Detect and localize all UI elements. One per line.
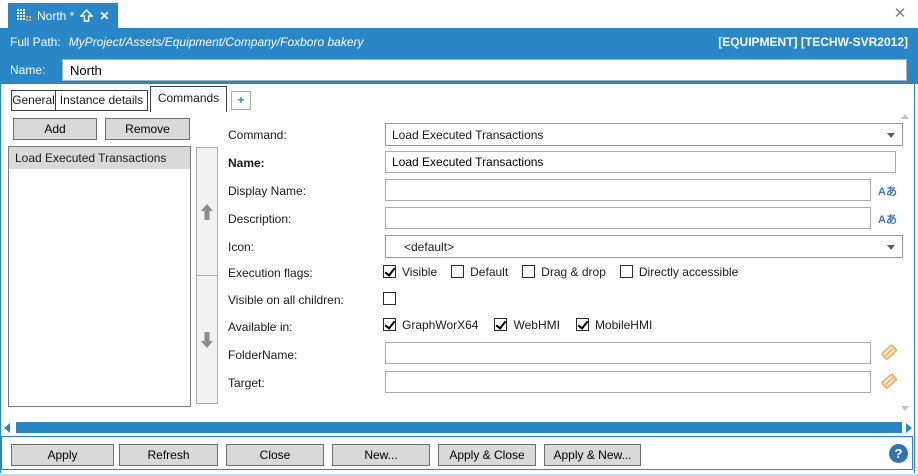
description-input[interactable] — [385, 207, 871, 229]
tab-instance-details[interactable]: Instance details — [55, 90, 148, 111]
checkbox-visible-on-all-children[interactable] — [383, 292, 396, 305]
display-name-input[interactable] — [385, 179, 871, 201]
tab-strip: General Instance details Commands + — [0, 84, 918, 112]
checkbox-label: MobileHMI — [595, 318, 652, 332]
checkbox-mobilehmi[interactable]: MobileHMI — [576, 318, 652, 332]
icon-dropdown-value: <default> — [404, 240, 454, 254]
checkbox-box[interactable] — [383, 318, 396, 331]
promote-up-icon[interactable] — [80, 9, 93, 22]
checkbox-box[interactable] — [383, 265, 396, 278]
checkbox-label: GraphWorX64 — [402, 318, 478, 332]
available-in-row: GraphWorX64 WebHMI MobileHMI — [383, 317, 652, 332]
context-badges: [EQUIPMENT] [TECHW-SVR2012] — [718, 35, 908, 49]
icon-dropdown[interactable]: <default> — [385, 235, 903, 258]
icon-label: Icon: — [228, 240, 254, 254]
scroll-down-icon[interactable] — [901, 406, 909, 411]
checkbox-graphworx64[interactable]: GraphWorX64 — [383, 318, 478, 332]
checkbox-default[interactable]: Default — [451, 265, 508, 279]
move-down-button[interactable] — [196, 275, 218, 404]
chevron-down-icon — [887, 133, 895, 138]
execution-flags-row: Visible Default Drag & drop Directly acc… — [383, 264, 738, 279]
up-arrow-icon — [201, 204, 213, 220]
checkbox-box[interactable] — [451, 265, 464, 278]
folder-name-input[interactable] — [385, 342, 871, 364]
command-name-label: Name: — [228, 156, 265, 170]
footer-bar: Apply Refresh Close New... Apply & Close… — [1, 436, 913, 470]
checkmark-icon — [577, 318, 588, 330]
checkbox-label: Default — [470, 265, 508, 279]
checkbox-box[interactable] — [522, 265, 535, 278]
hscroll-left-arrow-icon[interactable] — [4, 423, 10, 433]
execution-flags-label: Execution flags: — [228, 266, 313, 280]
target-label: Target: — [228, 376, 265, 390]
tab-commands[interactable]: Commands — [150, 86, 227, 112]
apply-and-close-button[interactable]: Apply & Close — [438, 444, 536, 466]
horizontal-scrollbar-thumb[interactable] — [16, 422, 902, 433]
checkbox-webhmi[interactable]: WebHMI — [494, 318, 559, 332]
command-label: Command: — [228, 128, 287, 142]
checkbox-visible[interactable]: Visible — [383, 265, 437, 279]
checkmark-icon — [385, 318, 396, 330]
tag-picker-icon[interactable] — [880, 343, 898, 364]
name-bar: Name: — [0, 56, 918, 84]
refresh-button[interactable]: Refresh — [119, 444, 218, 466]
full-path-value: MyProject/Assets/Equipment/Company/Foxbo… — [69, 35, 364, 49]
apply-and-new-button[interactable]: Apply & New... — [544, 444, 641, 466]
list-item-command[interactable]: Load Executed Transactions — [9, 147, 190, 169]
document-tab-north[interactable]: North * ✕ — [8, 3, 118, 28]
down-arrow-icon — [201, 332, 213, 348]
target-input[interactable] — [385, 371, 871, 393]
apply-button[interactable]: Apply — [11, 444, 114, 466]
asset-name-input[interactable] — [62, 59, 907, 81]
tab-add-plus[interactable]: + — [231, 91, 251, 110]
move-up-button[interactable] — [196, 147, 218, 276]
add-command-button[interactable]: Add — [13, 118, 97, 140]
new-button[interactable]: New... — [332, 444, 430, 466]
display-name-label: Display Name: — [228, 184, 306, 198]
localize-text-icon[interactable]: Aあ — [878, 211, 897, 227]
description-label: Description: — [228, 212, 291, 226]
window-close-icon[interactable]: ✕ — [890, 4, 910, 24]
visible-on-all-children-label: Visible on all children: — [228, 293, 344, 307]
tab-general[interactable]: General — [11, 90, 56, 111]
visible-on-all-children-row — [383, 291, 396, 306]
command-name-input[interactable] — [385, 151, 896, 173]
equipment-building-icon — [17, 9, 31, 22]
full-path-label: Full Path: — [10, 35, 61, 49]
checkbox-label: WebHMI — [513, 318, 559, 332]
hscroll-right-arrow-icon[interactable] — [906, 423, 912, 433]
localize-text-icon[interactable]: Aあ — [878, 183, 897, 199]
commands-listbox[interactable]: Load Executed Transactions — [8, 146, 191, 407]
command-dropdown-value: Load Executed Transactions — [392, 128, 543, 142]
checkbox-box[interactable] — [620, 265, 633, 278]
checkbox-box[interactable] — [576, 318, 589, 331]
tab-close-icon[interactable]: ✕ — [99, 10, 109, 22]
checkmark-icon — [496, 318, 507, 330]
folder-name-label: FolderName: — [228, 348, 297, 362]
window-border-left — [0, 28, 1, 473]
tag-picker-icon[interactable] — [880, 372, 898, 393]
checkbox-box[interactable] — [383, 292, 396, 305]
command-dropdown[interactable]: Load Executed Transactions — [385, 123, 903, 146]
checkmark-icon — [385, 265, 396, 277]
asset-editor-window: North * ✕ ✕ Full Path: MyProject/Assets/… — [0, 0, 918, 476]
remove-command-button[interactable]: Remove — [105, 118, 190, 140]
full-path-bar: Full Path: MyProject/Assets/Equipment/Co… — [0, 28, 918, 56]
close-button[interactable]: Close — [226, 444, 324, 466]
scroll-up-icon[interactable] — [901, 114, 909, 119]
checkbox-label: Directly accessible — [639, 265, 738, 279]
document-tab-title: North * — [37, 9, 74, 23]
available-in-label: Available in: — [228, 320, 293, 334]
help-icon[interactable]: ? — [889, 444, 908, 463]
checkbox-directly-accessible[interactable]: Directly accessible — [620, 265, 738, 279]
checkbox-drag-drop[interactable]: Drag & drop — [522, 265, 606, 279]
chevron-down-icon — [887, 245, 895, 250]
checkbox-label: Drag & drop — [541, 265, 606, 279]
checkbox-box[interactable] — [494, 318, 507, 331]
name-label: Name: — [10, 56, 45, 84]
window-border-right — [914, 28, 915, 473]
reorder-strip — [196, 147, 218, 405]
checkbox-label: Visible — [402, 265, 437, 279]
